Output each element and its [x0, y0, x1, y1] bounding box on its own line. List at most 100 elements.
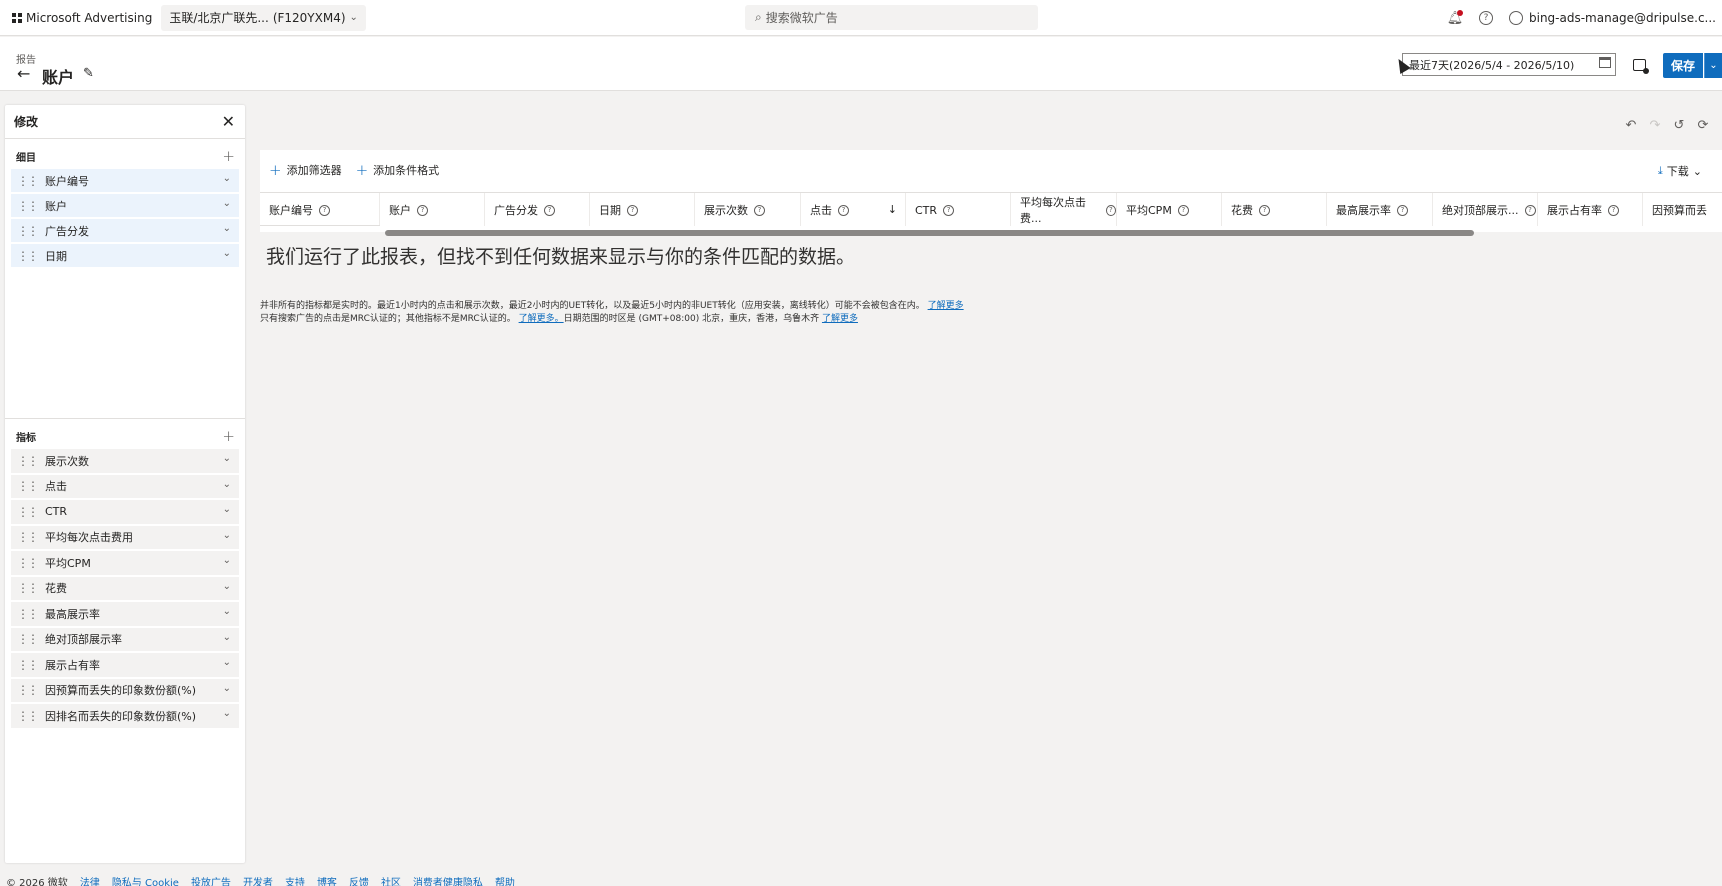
save-options-button[interactable]: ⌄ [1704, 53, 1722, 78]
save-button[interactable]: 保存 [1663, 53, 1703, 78]
help-icon[interactable]: ? [838, 204, 849, 216]
chevron-down-icon[interactable]: ⌄ [223, 479, 231, 490]
dimension-item[interactable]: ⋮⋮ 日期 ⌄ [11, 244, 239, 267]
metric-item[interactable]: ⋮⋮ 花费 ⌄ [11, 576, 239, 600]
help-icon[interactable]: ? [1397, 204, 1408, 216]
add-dimension-icon[interactable]: + [222, 147, 235, 165]
drag-handle-icon[interactable]: ⋮⋮ [17, 710, 39, 722]
column-header[interactable]: 展示占有率? [1538, 193, 1643, 226]
metric-item[interactable]: ⋮⋮ 绝对顶部展示率 ⌄ [11, 627, 239, 651]
drag-handle-icon[interactable]: ⋮⋮ [17, 684, 39, 696]
footer-link[interactable]: 开发者 [243, 874, 273, 886]
footer-link[interactable]: 消费者健康隐私 [413, 874, 483, 886]
chevron-down-icon[interactable]: ⌄ [223, 581, 231, 592]
drag-handle-icon[interactable]: ⋮⋮ [17, 633, 39, 645]
learn-more-link[interactable]: 了解更多 [822, 314, 858, 324]
brand[interactable]: Microsoft Advertising [12, 11, 152, 25]
chevron-down-icon[interactable]: ⌄ [223, 555, 231, 566]
help-icon[interactable]: ? [627, 204, 638, 216]
help-icon[interactable]: ? [544, 204, 555, 216]
close-icon[interactable]: ✕ [222, 112, 235, 131]
horizontal-scrollbar[interactable] [385, 230, 1474, 236]
column-header[interactable]: 平均每次点击费...? [1011, 193, 1117, 226]
help-icon[interactable]: ? [1105, 204, 1116, 216]
add-filter-button[interactable]: + 添加筛选器 [269, 161, 342, 179]
reset-icon[interactable]: ↺ [1672, 118, 1686, 133]
dimension-item[interactable]: ⋮⋮ 账户 ⌄ [11, 194, 239, 217]
chevron-down-icon[interactable]: ⌄ [223, 173, 231, 184]
footer-link[interactable]: 法律 [80, 874, 100, 886]
chevron-down-icon[interactable]: ⌄ [223, 453, 231, 464]
footer-link[interactable]: 支持 [285, 874, 305, 886]
help-icon[interactable]: ? [1177, 204, 1189, 216]
help-icon[interactable]: ? [1608, 204, 1619, 216]
help-icon[interactable]: ? [1259, 204, 1270, 216]
drag-handle-icon[interactable]: ⋮⋮ [17, 225, 39, 237]
footer-link[interactable]: 隐私与 Cookie [112, 874, 179, 886]
user-icon[interactable] [1509, 11, 1523, 25]
search-input[interactable]: ⌕ 搜索微软广告 [745, 5, 1038, 30]
back-arrow-icon[interactable]: ← [17, 64, 30, 83]
metric-item[interactable]: ⋮⋮ 展示次数 ⌄ [11, 449, 239, 473]
learn-more-link[interactable]: 了解更多 [928, 301, 964, 311]
download-button[interactable]: ⤓ 下载 ⌄ [1658, 163, 1702, 179]
drag-handle-icon[interactable]: ⋮⋮ [17, 608, 39, 620]
drag-handle-icon[interactable]: ⋮⋮ [17, 480, 39, 492]
chevron-down-icon[interactable]: ⌄ [223, 198, 231, 209]
drag-handle-icon[interactable]: ⋮⋮ [17, 455, 39, 467]
chevron-down-icon[interactable]: ⌄ [223, 683, 231, 694]
footer-link[interactable]: 博客 [317, 874, 337, 886]
chevron-down-icon[interactable]: ⌄ [223, 708, 231, 719]
help-icon[interactable]: ? [319, 204, 330, 216]
metric-item[interactable]: ⋮⋮ 因预算而丢失的印象数份额(%) ⌄ [11, 678, 239, 702]
add-metric-icon[interactable]: + [222, 427, 235, 445]
footer-link[interactable]: 反馈 [349, 874, 369, 886]
add-conditional-format-button[interactable]: + 添加条件格式 [356, 161, 440, 179]
help-icon[interactable]: ? [943, 204, 955, 216]
sort-arrow-icon[interactable]: ↓ [888, 203, 897, 216]
drag-handle-icon[interactable]: ⋮⋮ [17, 250, 39, 262]
footer-link[interactable]: 帮助 [495, 874, 515, 886]
schedule-icon[interactable] [1633, 59, 1649, 74]
dimension-item[interactable]: ⋮⋮ 广告分发 ⌄ [11, 219, 239, 242]
drag-handle-icon[interactable]: ⋮⋮ [17, 531, 39, 543]
column-header[interactable]: 账户编号? [260, 193, 380, 226]
column-header[interactable]: 绝对顶部展示...? [1433, 193, 1538, 226]
chevron-down-icon[interactable]: ⌄ [223, 657, 231, 668]
chevron-down-icon[interactable]: ⌄ [223, 223, 231, 234]
chevron-down-icon[interactable]: ⌄ [223, 504, 231, 515]
footer-link[interactable]: 社区 [381, 874, 401, 886]
metric-item[interactable]: ⋮⋮ CTR ⌄ [11, 500, 239, 524]
drag-handle-icon[interactable]: ⋮⋮ [17, 175, 39, 187]
date-range-picker[interactable]: 最近7天(2026/5/4 - 2026/5/10) [1402, 53, 1616, 76]
footer-link[interactable]: 投放广告 [191, 874, 231, 886]
chevron-down-icon[interactable]: ⌄ [223, 530, 231, 541]
metric-item[interactable]: ⋮⋮ 平均CPM ⌄ [11, 551, 239, 575]
column-header[interactable]: 广告分发? [485, 193, 590, 226]
drag-handle-icon[interactable]: ⋮⋮ [17, 582, 39, 594]
notifications-button[interactable]: 🔔︎ [1445, 9, 1465, 26]
help-icon[interactable]: ? [417, 204, 428, 216]
account-selector[interactable]: 玉联/北京广联先... (F120YXM4) ⌄ [161, 4, 366, 31]
column-header[interactable]: 日期? [590, 193, 695, 226]
metric-item[interactable]: ⋮⋮ 因排名而丢失的印象数份额(%) ⌄ [11, 704, 239, 728]
column-header[interactable]: 平均CPM? [1117, 193, 1222, 226]
help-icon[interactable]: ? [1479, 11, 1493, 25]
chevron-down-icon[interactable]: ⌄ [223, 248, 231, 259]
metric-item[interactable]: ⋮⋮ 展示占有率 ⌄ [11, 653, 239, 677]
chevron-down-icon[interactable]: ⌄ [223, 632, 231, 643]
metric-item[interactable]: ⋮⋮ 平均每次点击费用 ⌄ [11, 525, 239, 549]
column-header[interactable]: 展示次数? [695, 193, 801, 226]
drag-handle-icon[interactable]: ⋮⋮ [17, 200, 39, 212]
metric-item[interactable]: ⋮⋮ 点击 ⌄ [11, 474, 239, 498]
chevron-down-icon[interactable]: ⌄ [223, 606, 231, 617]
column-header[interactable]: 最高展示率? [1327, 193, 1433, 226]
user-account[interactable]: bing-ads-manage@dripulse.c... [1529, 11, 1716, 25]
learn-more-link[interactable]: 了解更多。 [519, 314, 564, 324]
drag-handle-icon[interactable]: ⋮⋮ [17, 659, 39, 671]
help-icon[interactable]: ? [1524, 204, 1536, 216]
help-icon[interactable]: ? [754, 204, 765, 216]
dimension-item[interactable]: ⋮⋮ 账户编号 ⌄ [11, 169, 239, 192]
drag-handle-icon[interactable]: ⋮⋮ [17, 557, 39, 569]
column-header[interactable]: 因预算而丢 [1643, 193, 1722, 226]
